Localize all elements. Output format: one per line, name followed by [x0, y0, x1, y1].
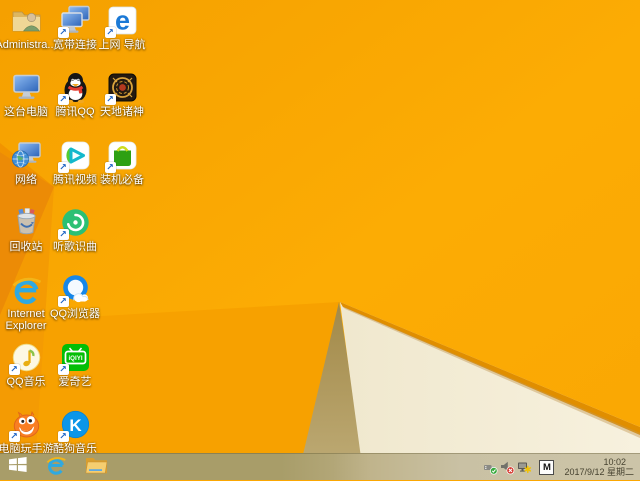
shortcut-arrow-icon: ↗ [57, 162, 69, 173]
kugou-k-icon: K ↗ [57, 408, 92, 442]
shortcut-arrow-icon: ↗ [57, 431, 69, 442]
desktop-icon-game-tiandizhushen[interactable]: ↗ 天地诸神 [98, 71, 146, 135]
qq-penguin-icon: ↗ [57, 71, 92, 105]
music-note-icon: ↗ [8, 341, 43, 375]
shortcut-arrow-icon: ↗ [57, 94, 69, 105]
monitor-icon [10, 71, 43, 104]
shopping-bag-icon: ↗ [104, 139, 139, 173]
desktop-icon-broadband[interactable]: ↗ 宽带连接 [51, 4, 99, 68]
desktop[interactable]: { "desktop": { "icons": [ {"name": "admi… [0, 0, 640, 480]
desktop-icon-song-recognition[interactable]: ↗ 听歌识曲 [51, 206, 99, 270]
game-emblem-icon: ↗ [104, 71, 139, 105]
icon-label: 上网 导航 [98, 39, 146, 51]
desktop-icon-qq[interactable]: ↗ 腾讯QQ [51, 71, 99, 135]
clock-date: 2017/9/12 星期二 [564, 467, 634, 477]
shortcut-arrow-icon: ↗ [57, 229, 69, 240]
svg-text:K: K [69, 416, 82, 435]
shortcut-arrow-icon: ↗ [57, 296, 69, 307]
desktop-icon-network[interactable]: 网络 [2, 139, 50, 203]
blue-e-tile-icon: e ↗ [104, 4, 139, 38]
icon-label: 装机必备 [100, 174, 144, 186]
volume-muted-icon[interactable] [500, 460, 515, 475]
svg-text:iQIYI: iQIYI [68, 355, 82, 362]
desktop-icon-recycle-bin[interactable]: 回收站 [2, 206, 50, 270]
dual-monitor-icon: ↗ [57, 4, 92, 38]
shortcut-arrow-icon: ↗ [57, 27, 69, 38]
icon-label: 爱奇艺 [58, 376, 92, 388]
taskbar-file-explorer-button[interactable] [76, 454, 116, 480]
shortcut-arrow-icon: ↗ [8, 364, 20, 375]
shortcut-arrow-icon: ↗ [8, 431, 20, 442]
recycle-bin-icon [10, 206, 43, 239]
icon-label: 听歌识曲 [53, 241, 97, 253]
input-method-indicator[interactable]: M [539, 459, 555, 475]
icon-label: QQ浏览器 [49, 308, 101, 320]
desktop-icon-qq-music[interactable]: ↗ QQ音乐 [2, 341, 50, 405]
taskbar-ie-button[interactable] [36, 454, 76, 480]
system-tray: M 10:02 2017/9/12 星期二 [483, 454, 640, 480]
desktop-icon-administrator[interactable]: Administra... [0, 4, 57, 68]
svg-text:e: e [114, 6, 129, 36]
blue-ring-cloud-icon: ↗ [57, 273, 92, 307]
shortcut-arrow-icon: ↗ [104, 94, 116, 105]
usb-safely-remove-icon[interactable] [483, 460, 499, 475]
desktop-icon-iqiyi[interactable]: iQIYI ↗ 爱奇艺 [51, 341, 99, 405]
taskbar: M 10:02 2017/9/12 星期二 [0, 453, 640, 480]
start-button[interactable] [0, 454, 36, 480]
desktop-icon-internet-navigation[interactable]: e ↗ 上网 导航 [98, 4, 146, 68]
globe-monitor-icon [10, 139, 43, 172]
icon-label: 天地诸神 [100, 106, 144, 118]
network-warning-icon[interactable] [517, 460, 532, 475]
folder-user-icon [10, 4, 43, 37]
desktop-icon-internet-explorer[interactable]: Internet Explorer [2, 273, 50, 337]
play-button-icon: ↗ [57, 139, 92, 173]
desktop-icon-tencent-video[interactable]: ↗ 腾讯视频 [51, 139, 99, 203]
shortcut-arrow-icon: ↗ [57, 364, 69, 375]
desktop-icon-software-essentials[interactable]: ↗ 装机必备 [98, 139, 146, 203]
iqiyi-tv-icon: iQIYI ↗ [57, 341, 92, 375]
shortcut-arrow-icon: ↗ [104, 27, 116, 38]
shortcut-arrow-icon: ↗ [104, 162, 116, 173]
music-swirl-icon: ↗ [57, 206, 92, 240]
windows-logo-icon [9, 457, 27, 477]
orange-monster-icon: ↗ [8, 408, 43, 442]
desktop-icon-qq-browser[interactable]: ↗ QQ浏览器 [50, 273, 100, 337]
internet-explorer-icon [10, 273, 43, 306]
file-explorer-icon [84, 455, 108, 479]
desktop-icon-this-pc[interactable]: 这台电脑 [2, 71, 50, 135]
internet-explorer-icon [45, 454, 67, 481]
clock-time: 10:02 [603, 456, 626, 467]
taskbar-clock[interactable]: 10:02 2017/9/12 星期二 [564, 457, 634, 478]
